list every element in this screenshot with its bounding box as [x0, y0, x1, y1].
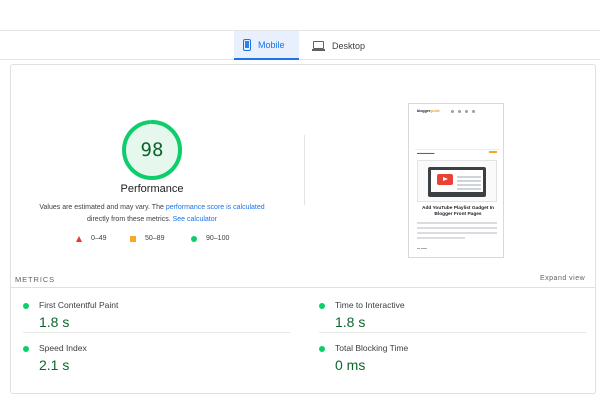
- phone-icon: [243, 38, 251, 51]
- desktop-icon: [312, 40, 325, 51]
- performance-label: Performance: [120, 183, 184, 195]
- thumb-accent-bar: [489, 151, 497, 153]
- metric-value: 0 ms: [335, 357, 366, 373]
- tab-desktop-label: Desktop: [332, 40, 366, 51]
- legend-item-fail: 0–49: [76, 235, 107, 242]
- performance-description: Values are estimated and may vary. The p…: [18, 202, 286, 225]
- monitor-illustration: [428, 167, 486, 197]
- expand-view-link[interactable]: Expand view: [540, 275, 585, 282]
- desc-text-2: directly from these metrics.: [87, 215, 173, 223]
- fail-triangle-icon: [76, 235, 82, 242]
- metric-value: 1.8 s: [39, 314, 70, 330]
- average-square-icon: [130, 235, 136, 242]
- post-meta: ▬ ▬▬: [417, 246, 427, 250]
- metric-label: Speed Index: [39, 343, 87, 353]
- tab-desktop[interactable]: Desktop: [310, 31, 380, 60]
- pass-circle-icon: [191, 235, 197, 242]
- site-logo: bloggerguide: [417, 109, 440, 113]
- metric-first-contentful-paint: First Contentful Paint 1.8 s: [23, 292, 293, 332]
- thumb-section-heading: ▬▬▬▬▬: [417, 151, 435, 155]
- device-tabs: Mobile Desktop: [0, 30, 600, 60]
- site-nav-icons: [451, 110, 475, 113]
- metric-value: 2.1 s: [39, 357, 70, 373]
- metric-total-blocking-time: Total Blocking Time 0 ms: [319, 335, 589, 375]
- legend-item-average: 50–89: [130, 235, 164, 242]
- pass-circle-icon: [319, 346, 325, 352]
- metrics-divider: [10, 287, 596, 288]
- performance-score: 98: [140, 139, 164, 161]
- post-thumbnail-image: [417, 160, 497, 202]
- post-title: Add YouTube Playlist Gadget In Blogger F…: [422, 206, 494, 217]
- legend-pass-range: 90–100: [206, 235, 230, 242]
- page-screenshot-thumbnail: bloggerguide ▬▬▬▬▬ Add YouTube Playlist …: [408, 103, 504, 258]
- metric-value: 1.8 s: [335, 314, 366, 330]
- desc-text-1: Values are estimated and may vary. The: [39, 204, 166, 211]
- legend-average-range: 50–89: [145, 235, 165, 242]
- thumb-divider: [415, 149, 499, 150]
- see-calculator-link[interactable]: See calculator: [173, 216, 217, 223]
- metric-label: Total Blocking Time: [335, 343, 409, 353]
- youtube-play-icon: [437, 174, 453, 185]
- pass-circle-icon: [23, 303, 29, 309]
- metric-row-divider: [23, 332, 290, 333]
- performance-score-link[interactable]: performance score is calculated: [166, 204, 265, 211]
- metric-label: First Contentful Paint: [39, 300, 119, 310]
- metric-label: Time to Interactive: [335, 300, 405, 310]
- pass-circle-icon: [319, 303, 325, 309]
- score-legend: 0–49 50–89 90–100: [0, 235, 305, 247]
- tab-mobile-label: Mobile: [258, 39, 285, 50]
- metric-time-to-interactive: Time to Interactive 1.8 s: [319, 292, 589, 332]
- metrics-heading: METRICS: [15, 275, 56, 284]
- legend-item-pass: 90–100: [191, 235, 229, 242]
- vertical-divider: [304, 135, 305, 205]
- tab-mobile[interactable]: Mobile: [234, 31, 299, 60]
- legend-fail-range: 0–49: [91, 235, 107, 242]
- metric-speed-index: Speed Index 2.1 s: [23, 335, 293, 375]
- pass-circle-icon: [23, 346, 29, 352]
- post-excerpt: [417, 222, 497, 242]
- metric-row-divider: [319, 332, 586, 333]
- performance-gauge: 98: [120, 118, 184, 182]
